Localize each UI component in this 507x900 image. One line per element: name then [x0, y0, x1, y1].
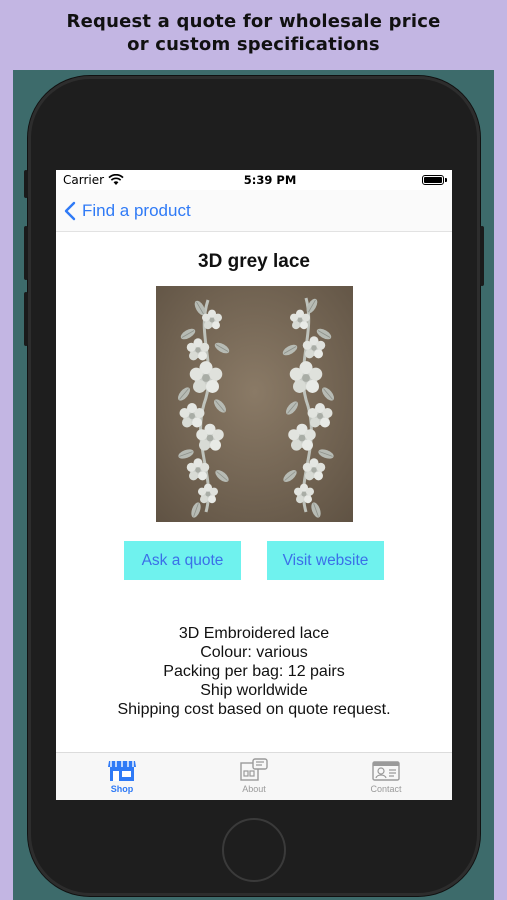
- description-line: Ship worldwide: [200, 682, 308, 699]
- visit-website-button[interactable]: Visit website: [267, 541, 384, 580]
- ask-quote-button[interactable]: Ask a quote: [124, 541, 241, 580]
- back-button-label: Find a product: [82, 200, 191, 220]
- phone-side-button: [24, 292, 28, 346]
- phone-side-button: [24, 226, 28, 280]
- status-left: Carrier: [63, 173, 124, 187]
- description-line: Shipping cost based on quote request.: [117, 701, 391, 718]
- promo-banner: Request a quote for wholesale price or c…: [0, 10, 507, 56]
- contact-icon: [372, 761, 400, 781]
- banner-line-2: or custom specifications: [127, 34, 380, 55]
- home-button[interactable]: [222, 818, 286, 882]
- product-detail: 3D grey lace Ask a quote Visit website 3…: [56, 250, 452, 719]
- navigation-bar: Find a product: [56, 190, 452, 232]
- description-line: Packing per bag: 12 pairs: [163, 663, 345, 680]
- shop-icon: [108, 761, 136, 781]
- tab-contact-label: Contact: [370, 784, 402, 794]
- phone-side-button: [480, 226, 484, 286]
- app-screen: Carrier 5:39 PM Find a product 3D grey l…: [56, 170, 452, 800]
- status-bar: Carrier 5:39 PM: [56, 170, 452, 190]
- tab-contact[interactable]: Contact: [326, 753, 446, 800]
- tab-shop-label: Shop: [110, 784, 134, 794]
- product-title: 3D grey lace: [198, 251, 310, 272]
- status-time: 5:39 PM: [243, 173, 297, 187]
- back-button[interactable]: Find a product: [64, 201, 191, 221]
- banner-line-1: Request a quote for wholesale price: [66, 11, 441, 32]
- chevron-left-icon: [64, 201, 76, 220]
- product-image: [155, 286, 353, 522]
- description-line: 3D Embroidered lace: [178, 625, 330, 642]
- tab-bar: Shop About Contact: [56, 752, 452, 800]
- carrier-label: Carrier: [63, 173, 105, 187]
- tab-about[interactable]: About: [194, 753, 314, 800]
- wifi-icon: [108, 174, 124, 185]
- action-buttons: Ask a quote Visit website: [56, 541, 452, 580]
- tab-about-label: About: [242, 784, 266, 794]
- battery-icon: [422, 175, 447, 185]
- about-icon: [240, 758, 268, 781]
- description-line: Colour: various: [200, 644, 308, 661]
- product-description: 3D Embroidered lace Colour: various Pack…: [56, 624, 452, 719]
- phone-side-button: [24, 170, 28, 198]
- tab-shop[interactable]: Shop: [62, 753, 182, 800]
